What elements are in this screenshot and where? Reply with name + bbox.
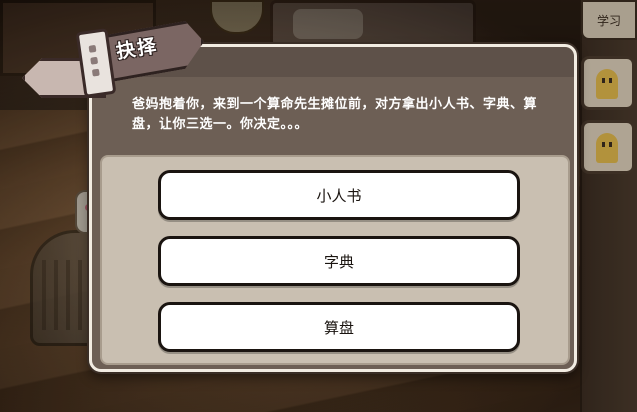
choices-panel: 小人书 字典 算盘	[100, 155, 570, 365]
choice-button-dictionary[interactable]: 字典	[158, 236, 520, 286]
choice-button-picture-book[interactable]: 小人书	[158, 170, 520, 220]
choice-button-abacus[interactable]: 算盘	[158, 302, 520, 352]
title-ribbon: 抉择	[22, 22, 202, 102]
